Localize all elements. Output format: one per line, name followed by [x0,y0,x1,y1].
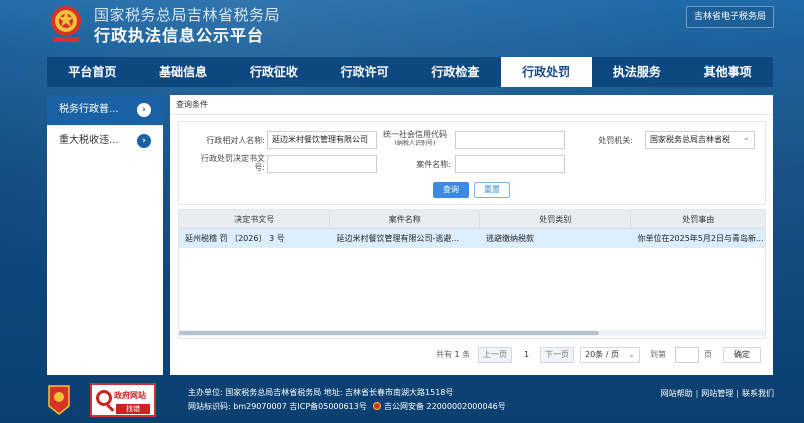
footer-links: 网站帮助 | 网站管理 | 联系我们 [660,389,774,398]
cell-penalty-reason: 你单位在2025年5月2日与青岛新... [637,234,764,243]
footer-link-help[interactable]: 网站帮助 [661,389,693,398]
credit-code-input[interactable] [455,131,565,149]
pagination: 共有 1 条 上一页 1 下一页 20条 / 页 ⌄ 到第 页 确定 [170,345,773,365]
col-decision-number: 决定书文号 [179,210,331,228]
nav-collection[interactable]: 行政征收 [229,57,320,87]
police-badge-icon [373,402,382,410]
goto-label: 到第 [650,350,666,359]
page-unit-label: 页 [704,350,712,359]
col-penalty-type: 处罚类别 [480,210,632,228]
party-name-input[interactable]: 延边米村餐饮管理有限公司 [267,131,377,149]
agency-label: 处罚机关: [598,136,633,145]
sidebar-item-major-violation[interactable]: 重大税收违... › [47,125,163,155]
gov-site-error-report-button[interactable]: 政府网站 找错 [90,383,156,417]
etax-link-button[interactable]: 吉林省电子税务局 [686,6,774,28]
sidebar-item-label: 重大税收违... [59,135,119,146]
agency-select[interactable]: 国家税务总局吉林省税 [645,131,755,149]
decision-number-input[interactable] [267,155,377,173]
sidebar: 税务行政普... › 重大税收违... › [47,95,163,375]
col-penalty-reason: 处罚事由 [682,215,715,224]
decision-number-label: 行政处罚决定书文 号: [201,154,265,172]
nav-basic-info[interactable]: 基础信息 [138,57,229,87]
party-name-label: 行政相对人名称: [206,136,265,145]
footer-sponsor: 主办单位: 国家税务总局吉林省税务局 地址: 吉林省长春市南湖大路1518号 [188,388,454,397]
search-button[interactable]: 查询 [433,182,469,198]
nav-inspection[interactable]: 行政检查 [410,57,501,87]
current-page[interactable]: 1 [524,347,529,363]
results-table: 决定书文号 案件名称 处罚类别 处罚事由 延州税稽 罚 〔2026〕 3 号 延… [178,209,766,339]
footer-site-id: 网站标识码: bm29070007 吉ICP备05000613号 吉公网安备 2… [188,402,506,411]
main-nav: 平台首页 基础信息 行政征收 行政许可 行政检查 行政处罚 执法服务 其他事项 [47,57,773,87]
credit-code-label: 统一社会信用代码 (纳税人识别号) [383,130,447,147]
nav-license[interactable]: 行政许可 [319,57,410,87]
nav-penalty[interactable]: 行政处罚 [500,57,592,87]
cell-penalty-type: 逃避缴纳税款 [485,234,534,243]
case-name-label: 案件名称: [416,160,451,169]
sidebar-item-general-penalty[interactable]: 税务行政普... › [47,95,163,125]
footer-link-admin[interactable]: 网站管理 [701,389,733,398]
nav-service[interactable]: 执法服务 [592,57,683,87]
footer-link-contact[interactable]: 联系我们 [742,389,774,398]
chevron-right-icon: › [137,103,151,117]
site-header: 国家税务总局吉林省税务局 行政执法信息公示平台 吉林省电子税务局 [0,0,804,52]
query-form: 行政相对人名称: 延边米村餐饮管理有限公司 统一社会信用代码 (纳税人识别号) … [178,121,766,205]
prev-page-button[interactable]: 上一页 [478,347,512,363]
reset-button[interactable]: 重置 [474,182,510,198]
page-size-select[interactable]: 20条 / 页 ⌄ [580,347,640,363]
col-case-name: 案件名称 [330,210,480,228]
site-footer: 政府网站 找错 主办单位: 国家税务总局吉林省税务局 地址: 吉林省长春市南湖大… [0,378,804,423]
cell-case-name[interactable]: 延边米村餐饮管理有限公司-逃避... [330,229,479,248]
nav-home[interactable]: 平台首页 [47,57,138,87]
sidebar-item-label: 税务行政普... [59,104,119,115]
case-name-input[interactable] [455,155,565,173]
next-page-button[interactable]: 下一页 [540,347,574,363]
magnifier-icon [96,390,112,406]
main-panel: 查询条件 行政相对人名称: 延边米村餐饮管理有限公司 统一社会信用代码 (纳税人… [170,95,773,375]
horizontal-scrollbar[interactable] [179,330,765,336]
chevron-right-icon: › [137,134,151,148]
table-row[interactable]: 延州税稽 罚 〔2026〕 3 号 延边米村餐饮管理有限公司-逃避... 逃避缴… [179,229,765,248]
total-count-text: 共有 1 条 [436,350,471,359]
tax-emblem-icon [47,4,85,44]
nav-other[interactable]: 其他事项 [682,57,773,87]
scrollbar-thumb[interactable] [179,331,599,335]
goto-confirm-button[interactable]: 确定 [723,347,761,363]
chevron-down-icon: ⌄ [628,350,635,359]
cell-decision-number: 延州税稽 罚 〔2026〕 3 号 [185,234,285,243]
table-header: 决定书文号 案件名称 处罚类别 处罚事由 [179,210,765,229]
goto-page-input[interactable] [675,347,699,363]
party-emblem-icon[interactable] [47,384,71,416]
panel-title: 查询条件 [170,95,773,115]
platform-title: 行政执法信息公示平台 [94,26,265,45]
